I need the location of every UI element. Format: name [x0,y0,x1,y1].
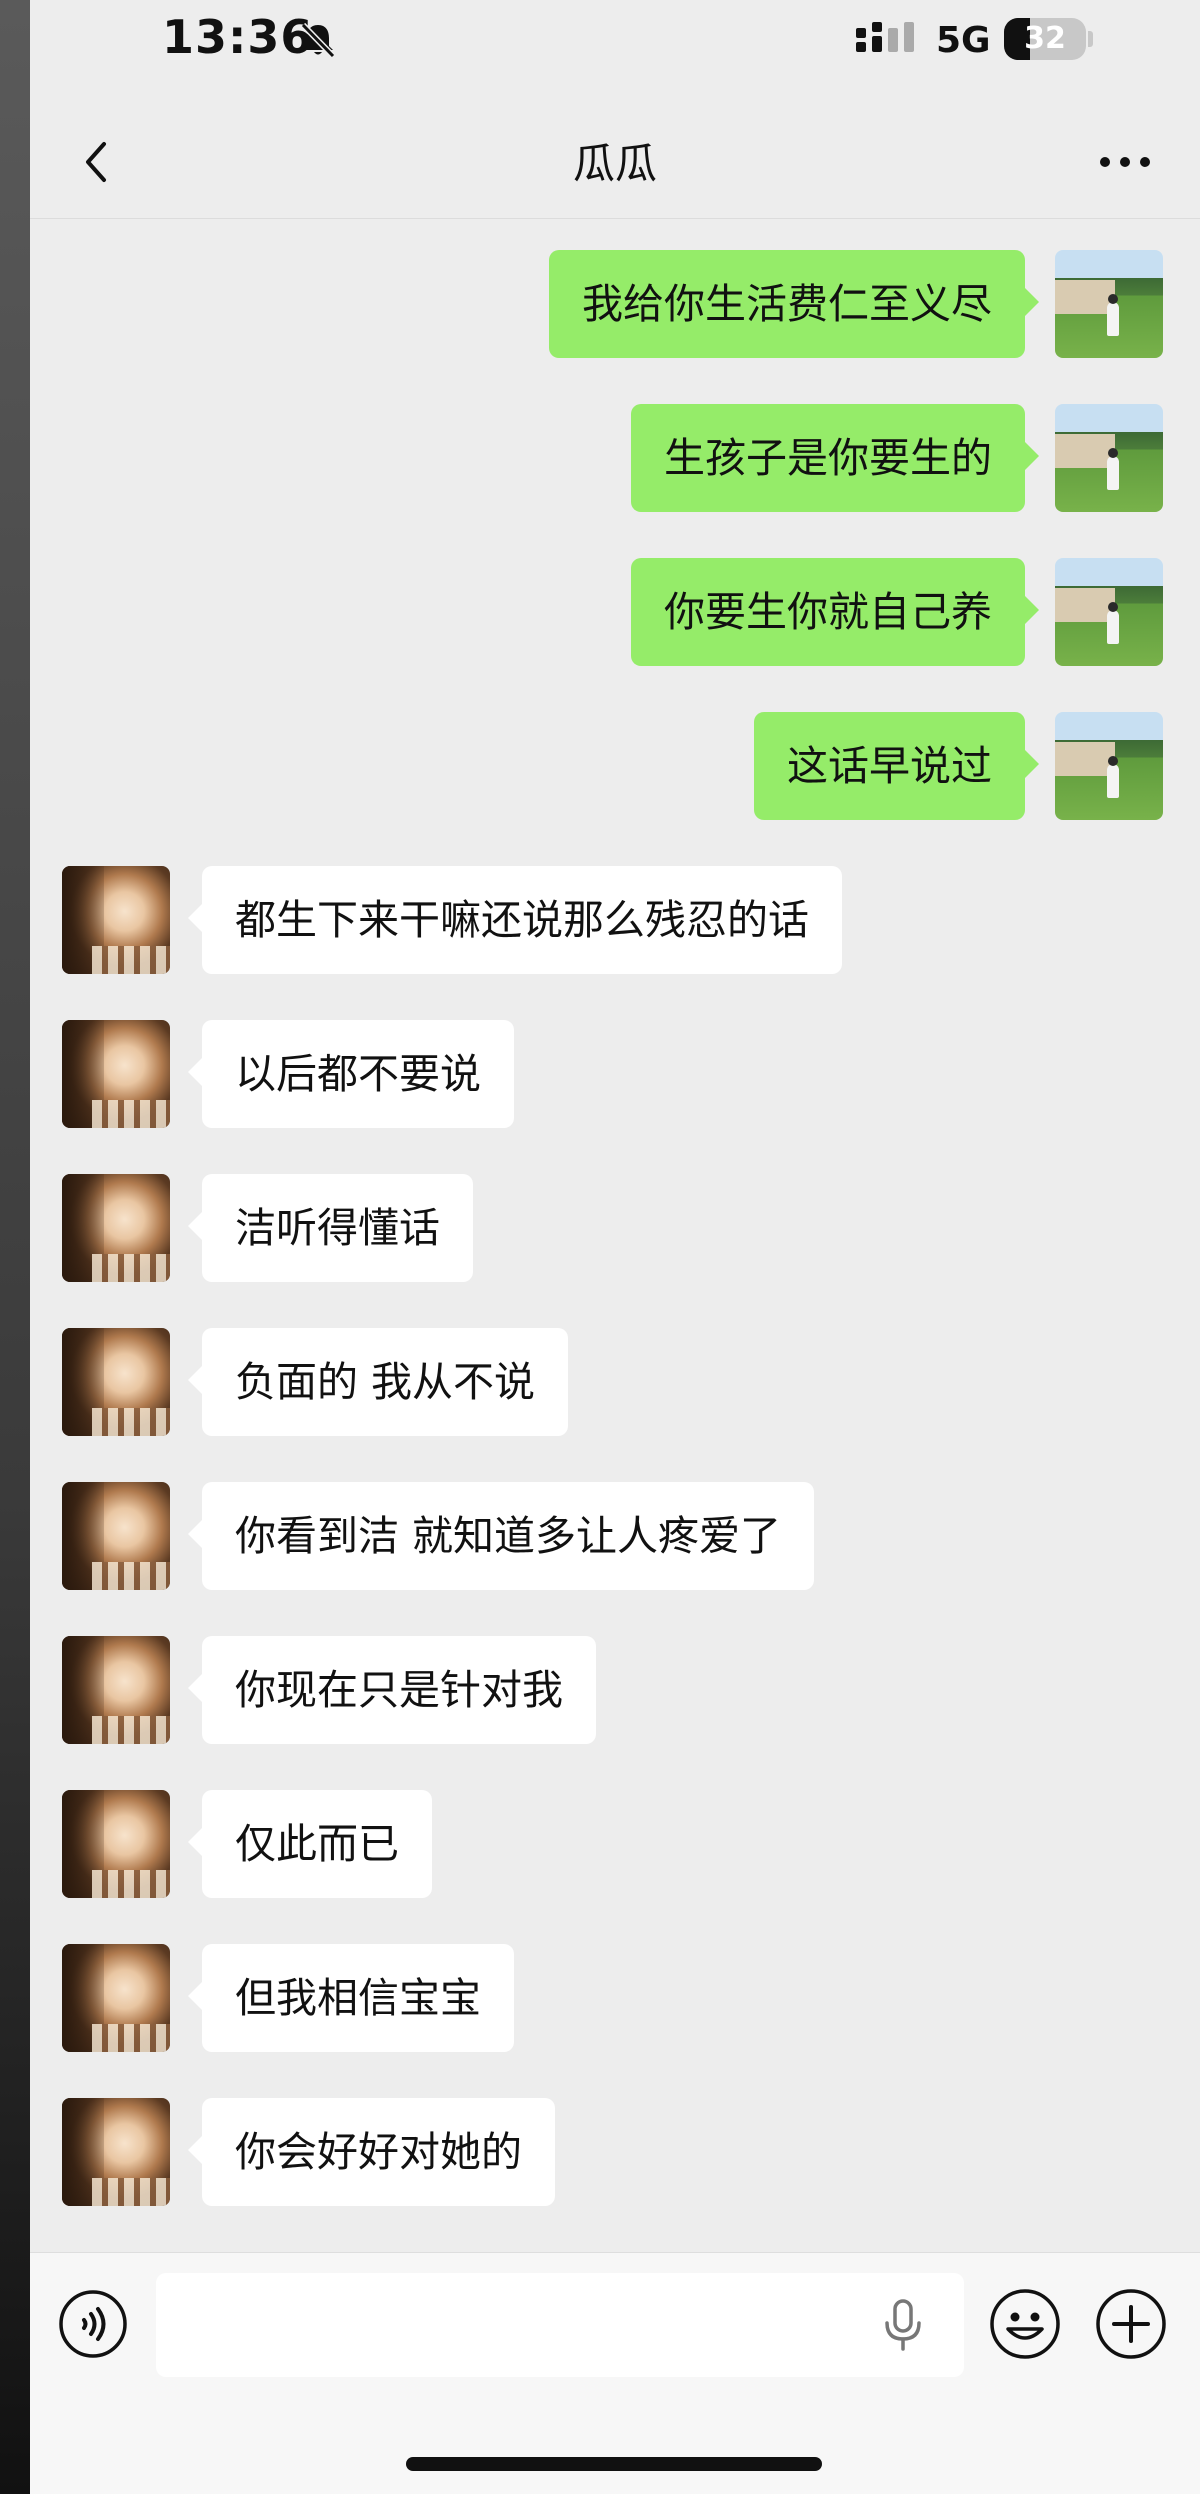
contact-avatar[interactable] [62,1482,170,1590]
message-bubble[interactable]: 我给你生活费仁至义尽 [549,250,1039,358]
input-bar [30,2252,1200,2494]
chat-title: 瓜瓜 [572,139,657,188]
status-bar: 13:36 5G 32 [30,0,1200,80]
received-message-row: 洁听得懂话 [30,1174,1200,1328]
received-message-row: 你现在只是针对我 [30,1636,1200,1790]
my-avatar[interactable] [1055,404,1163,512]
sent-message-row: 你要生你就自己养 [30,558,1200,712]
battery-level-text: 32 [1024,21,1066,56]
battery-indicator: 32 [1004,18,1086,60]
emoji-icon[interactable] [988,2287,1062,2361]
contact-avatar[interactable] [62,1020,170,1128]
message-bubble[interactable]: 洁听得懂话 [188,1174,473,1282]
contact-avatar[interactable] [62,1328,170,1436]
message-bubble[interactable]: 你要生你就自己养 [631,558,1039,666]
battery-tip [1088,31,1093,47]
message-bubble[interactable]: 但我相信宝宝 [188,1944,514,2052]
my-avatar[interactable] [1055,712,1163,820]
contact-avatar[interactable] [62,866,170,974]
received-message-row: 以后都不要说 [30,1020,1200,1174]
received-message-row: 负面的 我从不说 [30,1328,1200,1482]
message-bubble[interactable]: 你看到洁 就知道多让人疼爱了 [187,1482,815,1590]
message-bubble[interactable]: 你会好好对她的 [188,2098,555,2206]
more-icon[interactable] [1090,132,1160,192]
message-list: 我给你生活费仁至义尽生孩子是你要生的 你要生你就自己养这话早说过都生下来干嘛还说那… [30,250,1200,2252]
message-bubble[interactable]: 以后都不要说 [188,1020,514,1128]
received-message-row: 你会好好对她的 [30,2098,1200,2252]
sent-message-row: 我给你生活费仁至义尽 [30,250,1200,404]
received-message-row: 仅此而已 [30,1790,1200,1944]
contact-avatar[interactable] [62,1636,170,1744]
message-bubble[interactable]: 这话早说过 [754,712,1039,820]
left-edge-strip [0,0,30,2494]
sent-message-row: 这话早说过 [30,712,1200,866]
received-message-row: 都生下来干嘛还说那么残忍的话 [30,866,1200,1020]
mic-icon[interactable] [878,2297,928,2353]
signal-icon [856,22,914,52]
chat-screen: 13:36 5G 32 瓜瓜 我给你生活费仁至义尽 生孩子是你要生的 你要生你就… [30,0,1200,2494]
received-message-row: 你看到洁 就知道多让人疼爱了 [30,1482,1200,1636]
message-input[interactable] [156,2273,964,2377]
home-indicator[interactable] [406,2457,822,2471]
contact-avatar[interactable] [62,2098,170,2206]
bell-off-icon [300,22,336,59]
contact-avatar[interactable] [62,1944,170,2052]
sent-message-row: 生孩子是你要生的 [30,404,1200,558]
status-time: 13:36 [162,10,314,64]
message-bubble[interactable]: 仅此而已 [188,1790,432,1898]
message-bubble[interactable]: 你现在只是针对我 [188,1636,596,1744]
voice-icon[interactable] [58,2289,128,2359]
message-bubble[interactable]: 生孩子是你要生的 [631,404,1039,512]
chat-header: 瓜瓜 [30,112,1200,219]
contact-avatar[interactable] [62,1790,170,1898]
my-avatar[interactable] [1055,250,1163,358]
network-type: 5G [936,20,991,61]
plus-icon[interactable] [1094,2287,1168,2361]
my-avatar[interactable] [1055,558,1163,666]
contact-avatar[interactable] [62,1174,170,1282]
message-bubble[interactable]: 负面的 我从不说 [187,1328,569,1436]
received-message-row: 但我相信宝宝 [30,1944,1200,2098]
message-bubble[interactable]: 都生下来干嘛还说那么残忍的话 [188,866,842,974]
